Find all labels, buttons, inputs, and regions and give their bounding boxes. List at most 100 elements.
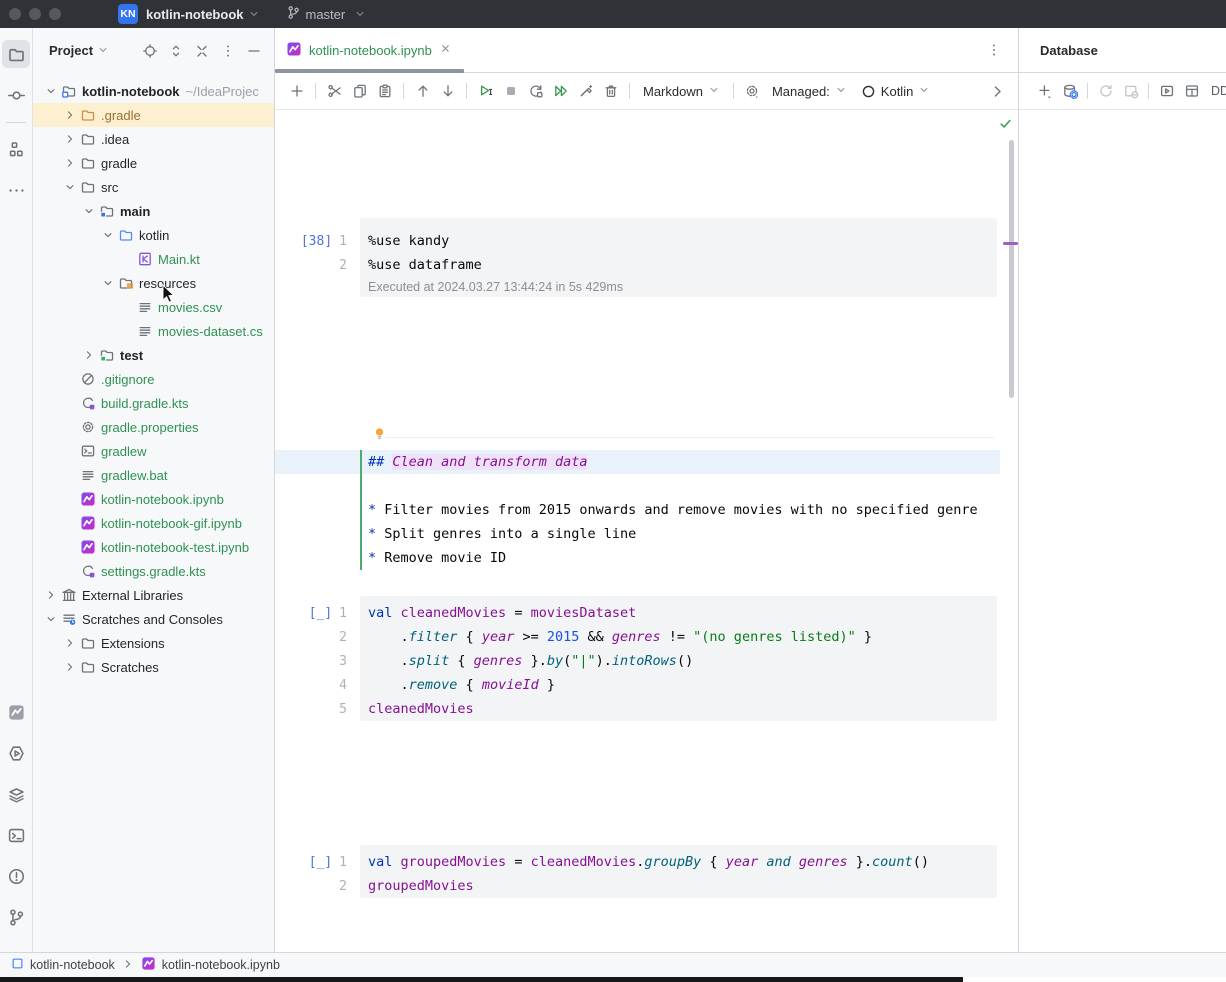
tree-item-src[interactable]: src — [33, 175, 274, 199]
tree-item-gradlew-bat[interactable]: gradlew.bat — [33, 463, 274, 487]
tree-item-kotlin[interactable]: kotlin — [33, 223, 274, 247]
tree-item-scratches-and-consoles[interactable]: Scratches and Consoles — [33, 607, 274, 631]
code-line[interactable]: groupedMovies — [360, 878, 474, 894]
tree-item-resources[interactable]: resources — [33, 271, 274, 295]
tree-item-main[interactable]: main — [33, 199, 274, 223]
tree-item-gradle-properties[interactable]: gradle.properties — [33, 415, 274, 439]
jump-to-console-button[interactable] — [1154, 79, 1179, 104]
tree-item--idea[interactable]: .idea — [33, 127, 274, 151]
tree-item-movies-csv[interactable]: movies.csv — [33, 295, 274, 319]
cut-button[interactable] — [322, 79, 347, 104]
tool-stripe-project-folder-button[interactable] — [2, 40, 30, 68]
tree-item-movies-dataset-cs[interactable]: movies-dataset.cs — [33, 319, 274, 343]
chevron-right-icon[interactable] — [61, 156, 79, 170]
chevron-down-icon[interactable] — [61, 180, 79, 194]
zoom-window-button[interactable] — [49, 8, 61, 20]
run-cell-button[interactable] — [473, 79, 498, 104]
close-window-button[interactable] — [9, 8, 21, 20]
add-cell-button[interactable] — [284, 79, 309, 104]
code-line[interactable]: .remove { movieId } — [360, 677, 555, 693]
code-line[interactable]: %use dataframe — [360, 257, 482, 273]
chevron-right-icon[interactable] — [42, 588, 60, 602]
options-kebab-button[interactable] — [216, 39, 240, 63]
chevron-down-icon[interactable] — [99, 276, 117, 290]
refresh-button[interactable] — [1093, 79, 1118, 104]
restart-kernel-button[interactable] — [523, 79, 548, 104]
project-switcher[interactable]: kotlin-notebook — [146, 7, 244, 22]
code-line[interactable]: val cleanedMovies = moviesDataset — [360, 605, 636, 621]
move-cell-up-button[interactable] — [410, 79, 435, 104]
breadcrumb-file[interactable]: kotlin-notebook.ipynb — [162, 958, 280, 972]
code-line[interactable]: %use kandy — [360, 233, 449, 249]
tree-item-build-gradle-kts[interactable]: build.gradle.kts — [33, 391, 274, 415]
tab-kotlin-notebook-ipynb[interactable]: kotlin-notebook.ipynb — [275, 28, 464, 72]
managed-dropdown[interactable]: Managed: — [765, 79, 854, 104]
tree-item-kotlin-notebook-gif-ipynb[interactable]: kotlin-notebook-gif.ipynb — [33, 511, 274, 535]
tree-item-main-kt[interactable]: Main.kt — [33, 247, 274, 271]
tree-item-kotlin-notebook-test-ipynb[interactable]: kotlin-notebook-test.ipynb — [33, 535, 274, 559]
code-line[interactable]: * Split genres into a single line — [275, 526, 636, 542]
kernel-dropdown[interactable]: Kotlin — [854, 79, 938, 104]
markdown-source-cell[interactable]: ## Clean and transform data* Filter movi… — [275, 450, 1000, 570]
project-panel-title[interactable]: Project — [49, 43, 93, 58]
git-branch-widget[interactable]: master — [286, 5, 367, 23]
toolbar-overflow-chevron-button[interactable] — [985, 79, 1010, 104]
tree-item-scratches[interactable]: Scratches — [33, 655, 274, 679]
code-cell[interactable]: [_]1val groupedMovies = cleanedMovies.gr… — [275, 845, 1000, 898]
tool-stripe-terminal-button[interactable] — [2, 821, 30, 849]
code-cell[interactable]: [38]1%use kandy2%use dataframeExecuted a… — [275, 218, 1000, 297]
data-source-properties-button[interactable] — [1057, 79, 1082, 104]
delete-cell-button[interactable] — [598, 79, 623, 104]
code-line[interactable]: .split { genres }.by("|").intoRows() — [360, 653, 693, 669]
chevron-down-icon[interactable] — [42, 612, 60, 626]
cancel-running-button[interactable] — [1118, 79, 1143, 104]
tree-item-gradle[interactable]: gradle — [33, 151, 274, 175]
hide-panel-button[interactable] — [242, 39, 266, 63]
close-tab-icon[interactable] — [439, 42, 452, 58]
tree-item-external-libraries[interactable]: External Libraries — [33, 583, 274, 607]
chevron-right-icon[interactable] — [61, 660, 79, 674]
add-dropdown-button[interactable] — [1032, 79, 1057, 104]
tool-stripe-run-button[interactable] — [2, 739, 30, 767]
tree-item-settings-gradle-kts[interactable]: settings.gradle.kts — [33, 559, 274, 583]
code-line[interactable]: cleanedMovies — [360, 701, 474, 717]
move-cell-down-button[interactable] — [435, 79, 460, 104]
code-line[interactable]: * Remove movie ID — [275, 550, 506, 566]
locate-button[interactable] — [138, 39, 162, 63]
notebook-settings-button[interactable] — [740, 79, 765, 104]
tool-stripe-services-button[interactable] — [2, 780, 30, 808]
tree-item-gradlew[interactable]: gradlew — [33, 439, 274, 463]
table-view-button[interactable] — [1179, 79, 1204, 104]
minimize-window-button[interactable] — [29, 8, 41, 20]
tree-item--gradle[interactable]: .gradle — [33, 103, 274, 127]
tool-stripe-structure-button[interactable] — [2, 135, 30, 163]
stop-kernel-button[interactable] — [498, 79, 523, 104]
chevron-right-icon[interactable] — [61, 108, 79, 122]
breadcrumb-module[interactable]: kotlin-notebook — [30, 958, 115, 972]
code-line[interactable]: val groupedMovies = cleanedMovies.groupB… — [360, 854, 929, 870]
tree-item-kotlin-notebook-ipynb[interactable]: kotlin-notebook.ipynb — [33, 487, 274, 511]
code-line[interactable]: * Filter movies from 2015 onwards and re… — [275, 502, 978, 518]
tool-stripe-problems-button[interactable] — [2, 862, 30, 890]
code-line[interactable]: .filter { year >= 2015 && genres != "(no… — [360, 629, 872, 645]
tool-stripe-notebook-tool-button[interactable] — [2, 698, 30, 726]
tree-item-extensions[interactable]: Extensions — [33, 631, 274, 655]
tree-item-kotlin-notebook[interactable]: kotlin-notebook~/IdeaProjec — [33, 79, 274, 103]
paste-button[interactable] — [372, 79, 397, 104]
tree-item-test[interactable]: test — [33, 343, 274, 367]
code-cell[interactable]: [_]1val cleanedMovies = moviesDataset2 .… — [275, 596, 1000, 721]
tab-options-kebab-icon[interactable] — [982, 38, 1006, 62]
expand-all-button[interactable] — [164, 39, 188, 63]
copy-button[interactable] — [347, 79, 372, 104]
tool-stripe-version-control-button[interactable] — [2, 903, 30, 931]
chevron-down-icon[interactable] — [99, 228, 117, 242]
tool-stripe-more-button[interactable] — [2, 176, 30, 204]
run-all-button[interactable] — [548, 79, 573, 104]
tool-stripe-commit-button[interactable] — [2, 81, 30, 109]
chevron-right-icon[interactable] — [61, 636, 79, 650]
chevron-right-icon[interactable] — [61, 132, 79, 146]
database-panel-title[interactable]: Database — [1019, 28, 1226, 73]
editor-scrollbar[interactable] — [1009, 140, 1014, 398]
collapse-all-button[interactable] — [190, 39, 214, 63]
cell-type-dropdown[interactable]: Markdown — [636, 79, 727, 104]
